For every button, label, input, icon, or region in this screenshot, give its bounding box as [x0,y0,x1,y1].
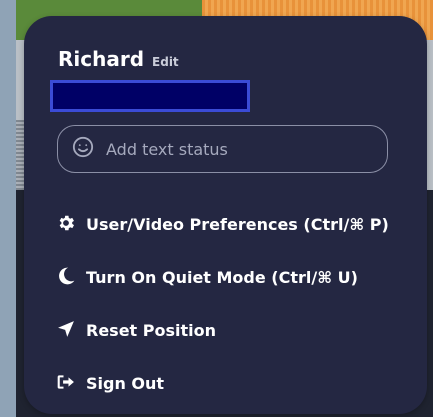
moon-icon [56,266,76,290]
user-name: Richard [58,47,145,71]
profile-menu: User/Video Preferences (Ctrl/⌘ P) Turn O… [56,198,396,410]
sign-out-icon [56,372,76,396]
profile-header: Richard Edit [58,47,179,71]
redacted-email-box [50,80,250,112]
menu-item-label: Turn On Quiet Mode (Ctrl/⌘ U) [86,268,358,287]
menu-item-preferences[interactable]: User/Video Preferences (Ctrl/⌘ P) [56,198,396,251]
smiley-icon [72,136,94,162]
menu-item-sign-out[interactable]: Sign Out [56,357,396,410]
location-arrow-icon [56,319,76,343]
menu-item-label: User/Video Preferences (Ctrl/⌘ P) [86,215,389,234]
menu-item-reset-position[interactable]: Reset Position [56,304,396,357]
text-status-input[interactable] [104,138,368,160]
menu-item-label: Reset Position [86,321,217,340]
text-status-field[interactable] [57,125,388,173]
menu-item-quiet-mode[interactable]: Turn On Quiet Mode (Ctrl/⌘ U) [56,251,396,304]
gear-icon [56,213,76,237]
menu-item-label: Sign Out [86,374,165,393]
background-left [0,0,16,417]
profile-popup: Richard Edit User/Video Preferences (Ctr… [24,16,427,414]
edit-link[interactable]: Edit [152,55,179,69]
